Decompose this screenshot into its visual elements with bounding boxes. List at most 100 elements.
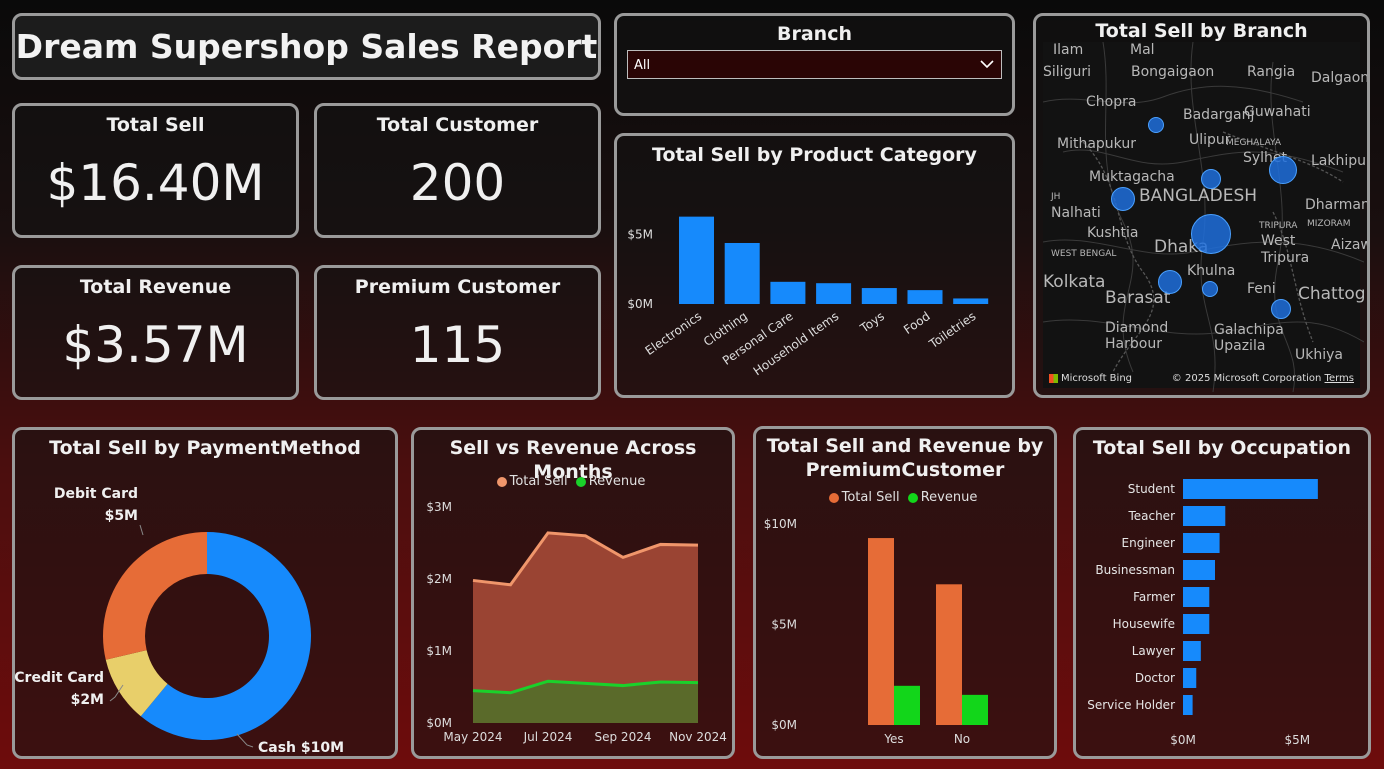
x-tick-label: Sep 2024 [595, 730, 652, 744]
x-tick-label: Toys [857, 309, 887, 336]
map-place-label: MIZORAM [1307, 219, 1351, 229]
branch-bubble[interactable] [1148, 117, 1164, 133]
y-tick-label: $0M [627, 297, 653, 311]
legend-item: Total Sell [496, 474, 568, 489]
kpi-total-customer-card: Total Customer 200 [314, 103, 601, 238]
map-place-label: Dharmana [1305, 197, 1370, 213]
map-place-label: Kushtia [1087, 225, 1139, 241]
bar [1183, 587, 1210, 607]
bar [907, 290, 943, 304]
map-place-label: Diamond [1105, 320, 1169, 336]
premium-customer-card: Total Sell and Revenue by PremiumCustome… [753, 426, 1057, 759]
bar [770, 281, 806, 304]
kpi-value: 115 [409, 316, 506, 374]
x-tick-label: $5M [1284, 733, 1310, 747]
map-copyright: © 2025 Microsoft Corporation Terms [1172, 373, 1354, 384]
legend-label: Revenue [920, 490, 978, 505]
slice-label: Debit Card [54, 486, 138, 502]
legend-label: Total Sell [509, 474, 568, 489]
map-place-label: West [1261, 233, 1296, 249]
map-place-label: Muktagacha [1089, 169, 1175, 185]
donut-slice [103, 532, 207, 660]
chart-title: Total Sell by Occupation [1092, 437, 1352, 459]
map-place-label: BANGLADESH [1139, 186, 1258, 206]
bing-logo-text: Microsoft Bing [1061, 373, 1133, 384]
x-tick-label: Food [901, 309, 933, 337]
branch-bubble[interactable] [1202, 281, 1218, 297]
map-place-label: JH [1051, 192, 1061, 202]
slice-label: $5M [105, 508, 138, 524]
bar [1183, 668, 1197, 688]
y-tick-label: $10M [764, 517, 797, 531]
branch-dropdown[interactable]: All [627, 50, 1002, 79]
bar [953, 298, 989, 304]
y-tick-label: $2M [426, 572, 452, 586]
map-place-label: Bongaigaon [1131, 64, 1215, 80]
map-place-label: Ilam [1053, 42, 1084, 58]
branch-bubble[interactable] [1269, 156, 1297, 184]
branch-map[interactable]: Ilam Mal Siliguri Bongaigaon Rangia Dalgaon Ch… [1043, 42, 1367, 392]
bar [1183, 560, 1215, 580]
branch-selected-value: All [634, 58, 651, 73]
chevron-down-icon[interactable] [977, 54, 997, 74]
y-tick-label: Farmer [1133, 590, 1175, 604]
map-place-label: Mithapukur [1057, 136, 1136, 152]
leader-line [139, 524, 144, 536]
bar [1183, 695, 1193, 715]
slice-label: Credit Card [15, 670, 104, 686]
map-place-label: Siliguri [1043, 64, 1091, 80]
report-title-card: Dream Supershop Sales Report [12, 13, 601, 80]
x-tick-label: Nov 2024 [669, 730, 727, 744]
payment-method-card: Total Sell by PaymentMethod Cash $10M Cre… [12, 427, 398, 759]
y-tick-label: Doctor [1135, 671, 1175, 685]
map-place-label: Ulipur [1189, 132, 1231, 148]
map-place-label: Kolkata [1043, 272, 1106, 292]
kpi-label: Total Sell [106, 114, 205, 136]
map-place-label: Chopra [1086, 94, 1137, 110]
slice-label: Cash $10M [258, 740, 344, 756]
branch-bubble[interactable] [1158, 270, 1182, 294]
bar [1183, 506, 1226, 526]
map-place-label: Feni [1247, 281, 1276, 297]
map-place-label: Guwahati [1244, 104, 1311, 120]
y-tick-label: Teacher [1127, 509, 1175, 523]
chart-title: Total Sell by Product Category [652, 144, 977, 166]
chart-legend: Total Sell Revenue [756, 490, 1054, 505]
bar [1183, 479, 1318, 499]
map-place-label: Ukhiya [1295, 347, 1343, 363]
terms-link[interactable]: Terms [1325, 373, 1354, 384]
branch-bubble[interactable] [1271, 299, 1291, 319]
branch-bubble[interactable] [1111, 187, 1135, 211]
map-title: Total Sell by Branch [1095, 20, 1308, 42]
x-tick-label: May 2024 [443, 730, 502, 744]
map-place-label: Lakhipur [1311, 153, 1370, 169]
premium-customer-chart: $0M $5M $10M Yes No [764, 517, 988, 746]
occupation-chart: Student Teacher Engineer Businessman Farmer H… [1087, 479, 1318, 747]
y-tick-label: $0M [771, 718, 797, 732]
bar [936, 584, 962, 725]
branch-bubble[interactable] [1191, 214, 1231, 254]
map-place-label: Chattogra [1298, 284, 1367, 304]
branch-bubble[interactable] [1201, 169, 1221, 189]
product-category-chart: $0M$5MElectronicsClothingPersonal CareHo… [627, 216, 989, 378]
bar [861, 288, 897, 304]
bar [724, 242, 760, 304]
map-place-label: Harbour [1105, 336, 1162, 352]
kpi-value: $16.40M [46, 154, 265, 212]
x-tick-label: Electronics [643, 309, 705, 358]
kpi-value: 200 [409, 154, 506, 212]
y-tick-label: $0M [426, 716, 452, 730]
kpi-label: Premium Customer [354, 276, 561, 298]
map-place-label: Mal [1130, 42, 1155, 58]
copyright-text: © 2025 Microsoft Corporation [1171, 373, 1325, 384]
y-tick-label: Lawyer [1132, 644, 1175, 658]
y-tick-label: Businessman [1095, 563, 1175, 577]
x-tick-label: Toiletries [926, 309, 979, 352]
chart-title: Total Sell and Revenue by PremiumCustome… [766, 435, 1044, 481]
legend-item: Revenue [907, 490, 978, 505]
y-tick-label: $3M [426, 500, 452, 514]
y-tick-label: Housewife [1113, 617, 1175, 631]
map-place-label: Upazila [1214, 338, 1266, 354]
y-tick-label: $5M [771, 618, 797, 632]
y-tick-label: Student [1128, 482, 1176, 496]
